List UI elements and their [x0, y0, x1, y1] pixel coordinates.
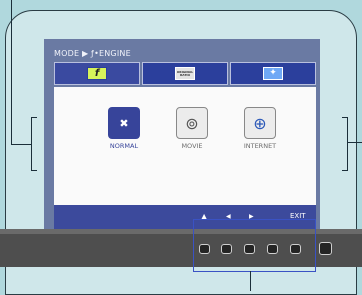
tab-f-engine[interactable]: f	[54, 62, 140, 85]
option-internet-label: INTERNET	[243, 142, 277, 150]
original-ratio-icon: ORIGINAL RATIO	[175, 67, 195, 80]
right-bracket	[342, 117, 348, 171]
option-internet[interactable]: ⊕ INTERNET	[230, 107, 290, 150]
osd-screen: MODE ▶ ƒ•ENGINE f ORIGINAL RATIO ✦ ✖ NOR…	[44, 39, 320, 237]
globe-icon: ⊕	[244, 107, 276, 139]
f-engine-icon: f	[87, 67, 107, 80]
callout-line-left-horizontal	[11, 144, 31, 145]
osd-content: ✖ NORMAL ⊚ MOVIE ⊕ INTERNET	[54, 87, 316, 205]
button-highlight-box	[193, 219, 316, 272]
option-movie-label: MOVIE	[181, 142, 203, 150]
option-movie[interactable]: ⊚ MOVIE	[162, 107, 222, 150]
option-normal-label: NORMAL	[109, 142, 139, 150]
osd-header: MODE ▶ ƒ•ENGINE	[54, 49, 131, 58]
callout-line-right	[347, 142, 362, 143]
power-button[interactable]	[319, 242, 332, 255]
callout-line-bottom	[250, 271, 251, 291]
option-normal[interactable]: ✖ NORMAL	[94, 107, 154, 150]
callout-line-top-left	[11, 0, 12, 144]
multimedia-icon: ✦	[263, 67, 283, 80]
left-bracket	[31, 117, 37, 171]
tab-multimedia[interactable]: ✦	[230, 62, 316, 85]
tab-original-ratio[interactable]: ORIGINAL RATIO	[142, 62, 228, 85]
film-reel-icon: ⊚	[176, 107, 208, 139]
osd-tabs: f ORIGINAL RATIO ✦	[54, 62, 316, 85]
x-icon: ✖	[108, 107, 140, 139]
